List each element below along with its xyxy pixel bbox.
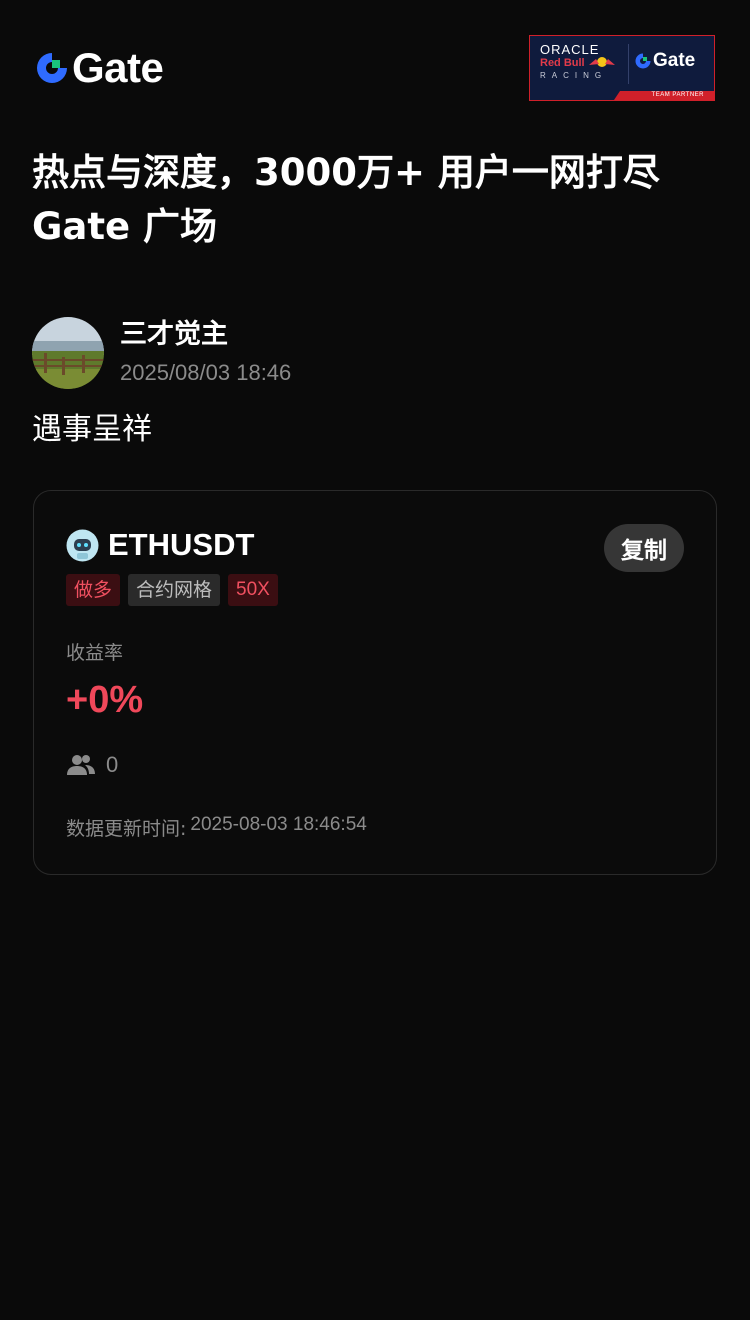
followers: 0 — [66, 750, 118, 780]
author-info: 三才觉主 2025/08/03 18:46 — [120, 318, 291, 388]
strategy-card[interactable]: ETHUSDT 复制 做多 合约网格 50X 收益率 +0% 0 数据更新时间:… — [33, 490, 717, 875]
pair-row: ETHUSDT — [66, 527, 254, 563]
update-time-row: 数据更新时间: 2025-08-03 18:46:54 — [66, 814, 367, 841]
headline-line-1: 热点与深度，3000万+ 用户一网打尽 — [32, 151, 660, 194]
badge-gate-logo: Gate — [634, 50, 695, 72]
gate-logo-small-icon — [635, 53, 651, 69]
robot-icon — [66, 529, 99, 561]
bull-icon — [589, 57, 615, 67]
users-icon — [67, 755, 95, 775]
post-timestamp: 2025/08/03 18:46 — [120, 360, 292, 385]
strategy-type-tag: 合约网格 — [128, 574, 221, 606]
copy-button[interactable]: 复制 — [604, 524, 684, 572]
page-headline: 热点与深度，3000万+ 用户一网打尽 Gate 广场 — [32, 146, 722, 254]
yield-label: 收益率 — [66, 642, 124, 664]
team-partner-text: TEAM PARTNER — [651, 92, 704, 98]
team-partner-badge: ORACLE Red Bull RACING Gate TEAM PARTNER — [529, 35, 715, 101]
red-bull-text: Red Bull — [540, 57, 585, 69]
post-content: 遇事呈祥 — [32, 412, 152, 447]
header: Gate ORACLE Red Bull RACING Gate TEAM PA… — [0, 0, 750, 130]
avatar-landscape-image — [32, 317, 104, 389]
strategy-tags: 做多 合约网格 50X — [66, 574, 286, 606]
post-author[interactable]: 三才觉主 2025/08/03 18:46 — [32, 317, 291, 389]
gate-logo[interactable]: Gate — [34, 44, 164, 91]
yield-value: +0% — [66, 679, 144, 721]
followers-count: 0 — [106, 752, 119, 777]
author-name[interactable]: 三才觉主 — [120, 318, 291, 352]
badge-gate-text: Gate — [653, 50, 696, 71]
update-time-label: 数据更新时间: — [66, 818, 187, 840]
logo-text: Gate — [72, 44, 164, 91]
racing-text: RACING — [540, 71, 608, 80]
avatar[interactable] — [32, 317, 104, 389]
direction-tag: 做多 — [66, 574, 121, 606]
update-time-value: 2025-08-03 18:46:54 — [190, 814, 367, 835]
headline-line-2: Gate 广场 — [32, 205, 217, 248]
gate-logo-icon — [37, 53, 67, 83]
badge-divider — [628, 44, 629, 84]
oracle-red-bull-racing-logo: ORACLE Red Bull RACING — [530, 36, 630, 92]
pair-name: ETHUSDT — [108, 527, 255, 562]
leverage-tag: 50X — [228, 574, 278, 606]
